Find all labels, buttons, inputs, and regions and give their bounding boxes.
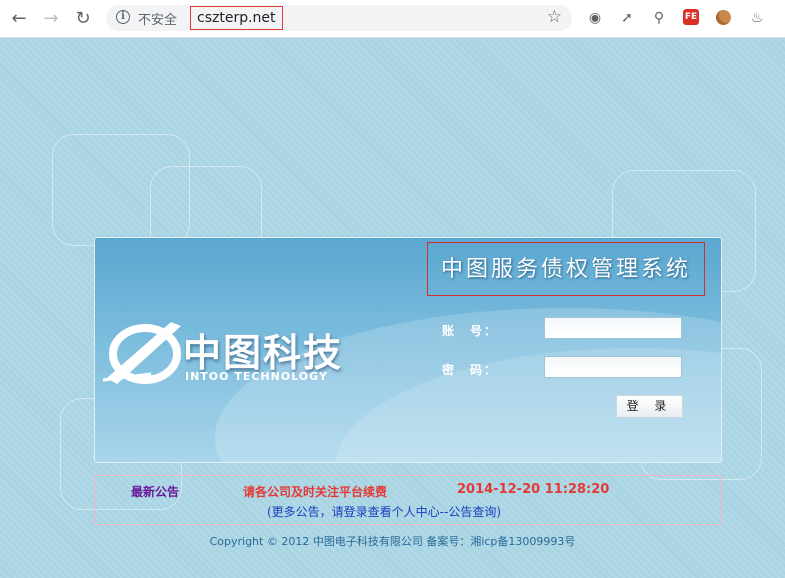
reload-icon[interactable]: ↻ xyxy=(71,7,95,31)
search-extension-icon[interactable]: ⚲ xyxy=(650,9,668,27)
url-text[interactable]: cszterp.net xyxy=(190,6,283,30)
java-extension-icon[interactable]: ♨ xyxy=(748,9,766,27)
account-label: 账 号： xyxy=(442,324,499,338)
address-bar[interactable]: i 不安全 cszterp.net ☆ xyxy=(106,5,572,31)
notice-date: 2014-12-20 11:28:20 xyxy=(457,482,610,497)
cursor-extension-icon[interactable]: ➚ xyxy=(618,9,636,27)
browser-toolbar: ← → ↻ i 不安全 cszterp.net ☆ ◉ ➚ ⚲ FE ♨ xyxy=(0,0,785,38)
cookie-extension-icon[interactable] xyxy=(714,9,732,27)
logo-english-text: INTOO TECHNOLOGY xyxy=(185,370,328,383)
globe-extension-icon[interactable]: ◉ xyxy=(586,9,604,27)
system-title-box: 中图服务债权管理系统 xyxy=(427,242,705,296)
account-input[interactable] xyxy=(544,317,682,339)
notice-message[interactable]: 请各公司及时关注平台续费 xyxy=(243,483,387,500)
security-indicator[interactable]: 不安全 xyxy=(138,9,177,28)
bookmark-star-icon[interactable]: ☆ xyxy=(547,7,562,27)
back-arrow-icon[interactable]: ← xyxy=(7,7,31,31)
login-button[interactable]: 登 录 xyxy=(616,395,683,418)
logo-chinese-text: 中图科技 xyxy=(183,331,344,375)
info-icon[interactable]: i xyxy=(116,10,130,24)
page-background: 中图服务债权管理系统 中图科技 INTOO TECHNOLOGY 账 号： 密 … xyxy=(0,38,785,578)
forward-arrow-icon[interactable]: → xyxy=(39,7,63,31)
login-panel: 中图服务债权管理系统 中图科技 INTOO TECHNOLOGY 账 号： 密 … xyxy=(94,237,722,463)
copyright-footer: Copyright © 2012 中图电子科技有限公司 备案号：湘icp备130… xyxy=(209,535,576,548)
password-input[interactable] xyxy=(544,356,682,378)
notice-box: 最新公告 请各公司及时关注平台续费 2014-12-20 11:28:20 (更… xyxy=(94,475,722,525)
password-label: 密 码： xyxy=(442,363,499,377)
system-title: 中图服务债权管理系统 xyxy=(440,257,691,282)
more-notices-link[interactable]: (更多公告，请登录查看个人中心--公告查询) xyxy=(267,503,501,520)
fe-extension-icon[interactable]: FE xyxy=(683,9,699,25)
logo-mark-icon xyxy=(102,322,181,384)
notice-heading: 最新公告 xyxy=(131,485,180,499)
company-logo: 中图科技 INTOO TECHNOLOGY xyxy=(101,314,351,390)
